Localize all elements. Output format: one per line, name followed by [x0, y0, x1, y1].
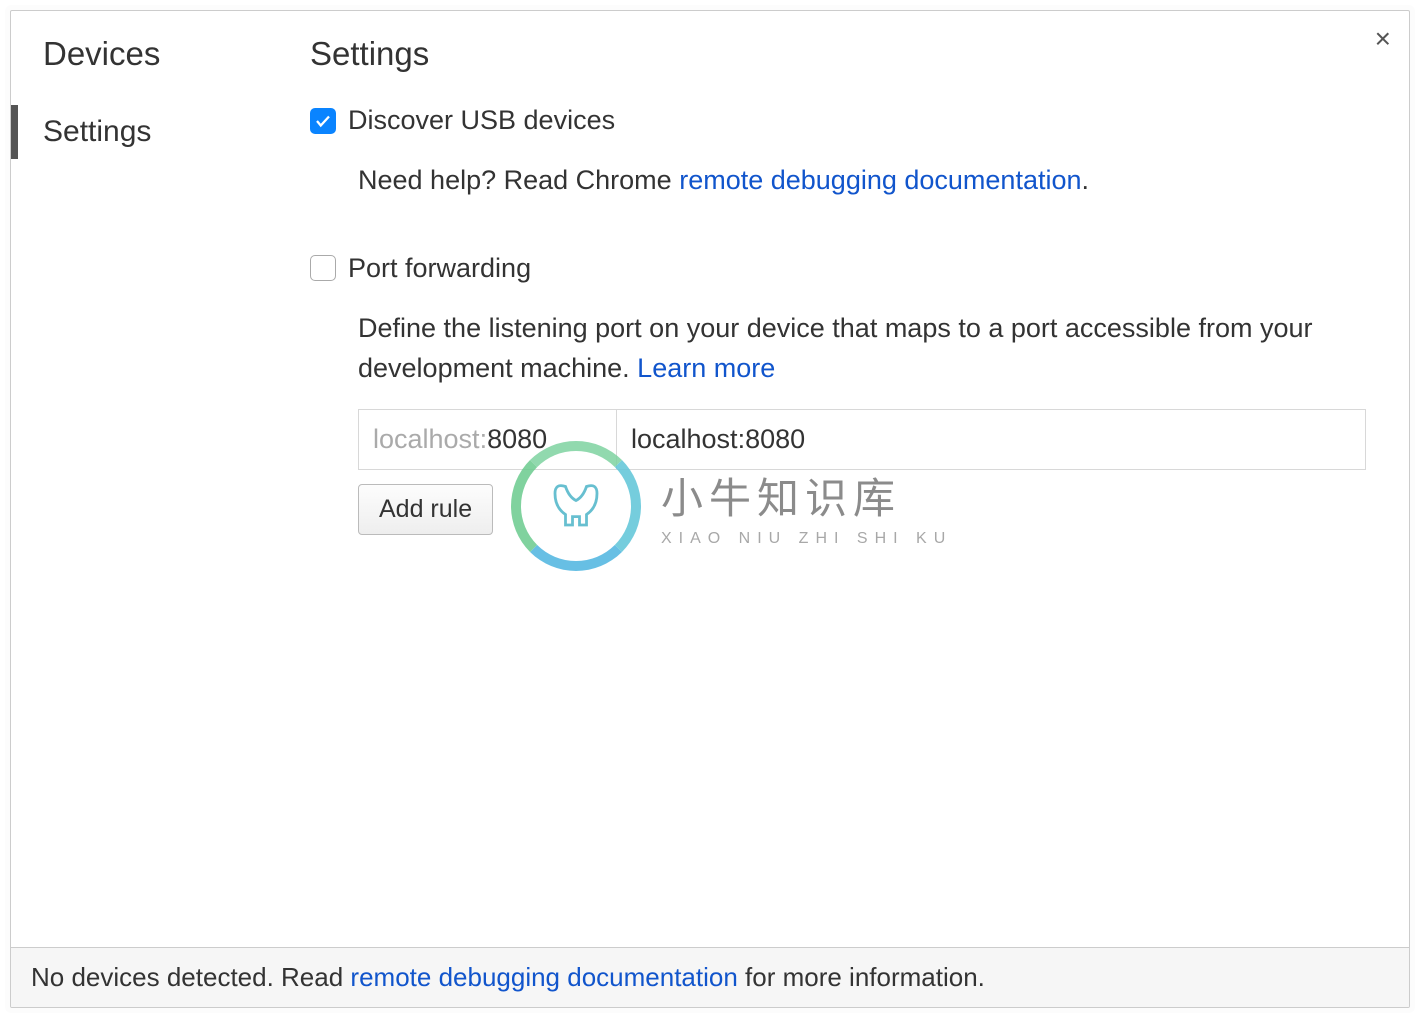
- footer-prefix: No devices detected. Read: [31, 962, 350, 992]
- port-forwarding-description: Define the listening port on your device…: [358, 308, 1361, 389]
- sidebar-title[interactable]: Devices: [11, 35, 296, 73]
- local-address-value: localhost:8080: [631, 424, 805, 454]
- app-frame: × Devices Settings Settings Discover USB…: [10, 10, 1410, 1008]
- device-port-placeholder: localhost:: [373, 424, 487, 454]
- discover-help-prefix: Need help? Read Chrome: [358, 165, 679, 195]
- discover-usb-checkbox[interactable]: [310, 108, 336, 134]
- port-forwarding-section: Port forwarding Define the listening por…: [310, 253, 1361, 535]
- page-title: Settings: [310, 35, 1361, 73]
- port-forwarding-checkbox-row[interactable]: Port forwarding: [310, 253, 1361, 284]
- device-port-input[interactable]: localhost:8080: [359, 410, 617, 469]
- footer-status: No devices detected. Read remote debuggi…: [11, 947, 1409, 1007]
- discover-usb-checkbox-row[interactable]: Discover USB devices: [310, 105, 1361, 136]
- footer-suffix: for more information.: [738, 962, 985, 992]
- port-forwarding-label: Port forwarding: [348, 253, 531, 284]
- learn-more-link[interactable]: Learn more: [637, 353, 775, 383]
- footer-link[interactable]: remote debugging documentation: [350, 962, 737, 992]
- sidebar-item-settings[interactable]: Settings: [11, 105, 296, 159]
- check-icon: [314, 112, 332, 130]
- app-body: Devices Settings Settings Discover USB d…: [11, 11, 1409, 947]
- device-port-value: 8080: [487, 424, 547, 454]
- add-rule-button[interactable]: Add rule: [358, 484, 493, 535]
- port-rule-table: localhost:8080 localhost:8080: [358, 409, 1366, 470]
- discover-help-suffix: .: [1082, 165, 1090, 195]
- discover-usb-label: Discover USB devices: [348, 105, 615, 136]
- discover-help-text: Need help? Read Chrome remote debugging …: [358, 160, 1361, 201]
- close-button[interactable]: ×: [1371, 25, 1395, 53]
- local-address-input[interactable]: localhost:8080: [617, 410, 1365, 469]
- port-forwarding-description-text: Define the listening port on your device…: [358, 313, 1313, 384]
- main-content: Settings Discover USB devices Need help?…: [296, 11, 1409, 947]
- port-forwarding-checkbox[interactable]: [310, 255, 336, 281]
- discover-usb-section: Discover USB devices Need help? Read Chr…: [310, 105, 1361, 201]
- remote-debugging-link[interactable]: remote debugging documentation: [679, 165, 1081, 195]
- sidebar-item-label: Settings: [43, 115, 151, 148]
- sidebar: Devices Settings: [11, 11, 296, 947]
